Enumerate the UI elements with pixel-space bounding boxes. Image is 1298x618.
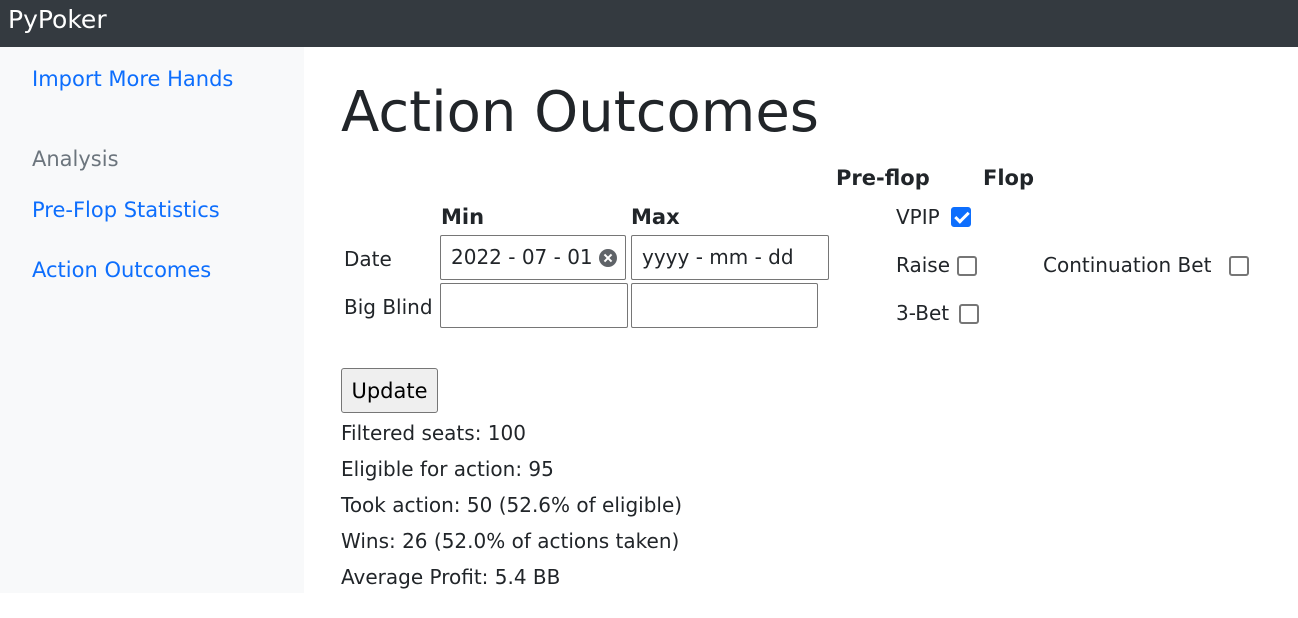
raise-label: Raise <box>896 253 950 277</box>
date-max-input[interactable]: yyyy - mm - dd <box>631 235 829 280</box>
sidebar-item-pre-flop-statistics[interactable]: Pre-Flop Statistics <box>32 196 220 224</box>
sidebar-link-import-more-hands[interactable]: Import More Hands <box>32 65 233 93</box>
min-column-header: Min <box>441 205 485 229</box>
max-column-header: Max <box>631 205 680 229</box>
date-max-value: yyyy - mm - dd <box>642 245 794 269</box>
stat-eligible-for-action: Eligible for action: 95 <box>341 457 554 481</box>
main-content: Action Outcomes Min Max Date 2022 - 07 -… <box>304 47 1298 618</box>
stat-wins: Wins: 26 (52.0% of actions taken) <box>341 529 680 553</box>
continuation-bet-label: Continuation Bet <box>1043 253 1212 277</box>
big-blind-max-input[interactable] <box>631 283 818 328</box>
three-bet-label: 3-Bet <box>896 301 950 325</box>
vpip-checkbox[interactable] <box>951 207 971 227</box>
clear-icon[interactable] <box>599 249 617 267</box>
sidebar-heading-analysis: Analysis <box>32 147 119 171</box>
three-bet-checkbox[interactable] <box>959 304 979 324</box>
date-min-input[interactable]: 2022 - 07 - 01 <box>440 235 626 280</box>
sidebar-item-action-outcomes[interactable]: Action Outcomes <box>32 256 211 284</box>
big-blind-label: Big Blind <box>344 295 433 319</box>
stat-filtered-seats: Filtered seats: 100 <box>341 421 526 445</box>
update-button[interactable]: Update <box>341 368 438 413</box>
raise-checkbox[interactable] <box>957 256 977 276</box>
stat-took-action: Took action: 50 (52.6% of eligible) <box>341 493 683 517</box>
sidebar: Import More Hands Analysis Pre-Flop Stat… <box>0 47 304 593</box>
flop-column-header: Flop <box>983 166 1035 190</box>
stat-average-profit: Average Profit: 5.4 BB <box>341 565 561 589</box>
navbar: PyPoker <box>0 0 1298 47</box>
vpip-label: VPIP <box>896 205 940 229</box>
big-blind-min-input[interactable] <box>440 283 628 328</box>
date-label: Date <box>344 247 392 271</box>
brand-title[interactable]: PyPoker <box>8 3 107 37</box>
continuation-bet-checkbox[interactable] <box>1229 256 1249 276</box>
page-title: Action Outcomes <box>341 80 819 145</box>
preflop-column-header: Pre-flop <box>836 166 930 190</box>
date-min-value: 2022 - 07 - 01 <box>451 245 593 269</box>
